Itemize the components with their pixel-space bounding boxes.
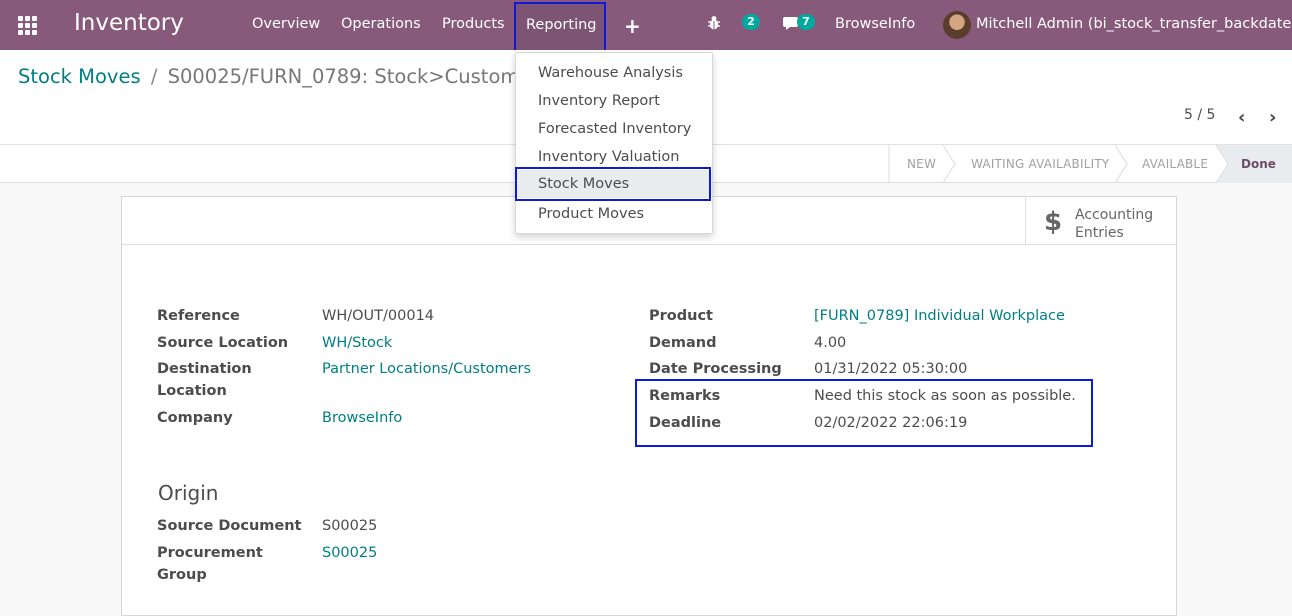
debug-bug-icon[interactable] xyxy=(707,15,721,31)
field-value-procurement-group[interactable]: S00025 xyxy=(322,542,377,564)
stage-divider xyxy=(1114,145,1128,183)
menu-reporting[interactable]: Reporting xyxy=(514,2,606,52)
stage-divider xyxy=(942,145,956,183)
apps-menu-icon[interactable] xyxy=(18,16,38,35)
pager-next-icon[interactable]: › xyxy=(1269,107,1276,128)
dropdown-item-warehouse-analysis[interactable]: Warehouse Analysis xyxy=(516,59,712,87)
field-label-product: Product xyxy=(649,308,713,324)
stage-waiting-availability[interactable]: Waiting Availability xyxy=(971,145,1109,183)
remarks-deadline-highlight xyxy=(635,379,1093,447)
quick-create-plus-icon[interactable]: + xyxy=(624,14,641,38)
field-label-source-document: Source Document xyxy=(157,518,302,534)
origin-section-title: Origin xyxy=(158,481,219,505)
field-value-demand: 4.00 xyxy=(814,335,847,351)
menu-reporting-label: Reporting xyxy=(526,17,597,33)
field-value-source-document: S00025 xyxy=(322,518,378,534)
field-label-reference: Reference xyxy=(157,308,240,324)
pager-value[interactable]: 5 / 5 xyxy=(1184,107,1215,123)
dropdown-item-forecasted-inventory[interactable]: Forecasted Inventory xyxy=(516,115,712,143)
breadcrumb-stock-moves[interactable]: Stock Moves xyxy=(18,65,141,88)
stage-divider xyxy=(888,145,890,183)
pager-previous-icon[interactable]: ‹ xyxy=(1238,107,1245,128)
company-switcher[interactable]: BrowseInfo xyxy=(835,16,915,32)
field-label-date-processing: Date Processing xyxy=(649,361,782,377)
field-value-date-processing: 01/31/2022 05:30:00 xyxy=(814,361,968,377)
field-label-source-location: Source Location xyxy=(157,335,289,351)
field-value-company[interactable]: BrowseInfo xyxy=(322,407,402,429)
user-avatar[interactable] xyxy=(943,11,971,39)
activity-count-badge: 2 xyxy=(742,14,760,30)
accounting-entries-button[interactable]: $ Accounting Entries xyxy=(1025,197,1176,245)
breadcrumb-current-record: S00025/FURN_0789: Stock>Custom xyxy=(167,65,520,88)
field-value-source-location[interactable]: WH/Stock xyxy=(322,332,392,354)
form-sheet: $ Accounting Entries Reference WH/OUT/00… xyxy=(121,196,1177,616)
breadcrumb-separator: / xyxy=(150,65,158,88)
app-title[interactable]: Inventory xyxy=(74,10,184,36)
accounting-entries-label: Accounting Entries xyxy=(1075,207,1154,241)
field-label-company: Company xyxy=(157,410,233,426)
dollar-icon: $ xyxy=(1044,207,1063,237)
menu-overview[interactable]: Overview xyxy=(252,16,320,32)
reporting-dropdown-menu: Warehouse Analysis Inventory Report Fore… xyxy=(515,52,713,234)
field-value-reference: WH/OUT/00014 xyxy=(322,308,435,324)
menu-operations[interactable]: Operations xyxy=(341,16,421,32)
stage-done-label: Done xyxy=(1241,157,1276,171)
stage-available[interactable]: Available xyxy=(1142,145,1208,183)
field-label-demand: Demand xyxy=(649,335,717,351)
field-label-destination-location: Destination Location xyxy=(157,361,252,399)
breadcrumb: Stock Moves / S00025/FURN_0789: Stock>Cu… xyxy=(18,65,519,88)
field-value-product[interactable]: [FURN_0789] Individual Workplace xyxy=(814,305,1065,327)
stage-done[interactable]: Done xyxy=(1216,145,1292,183)
stage-new[interactable]: New xyxy=(907,145,936,183)
dropdown-item-inventory-report[interactable]: Inventory Report xyxy=(516,87,712,115)
menu-products[interactable]: Products xyxy=(442,16,505,32)
message-count-badge: 7 xyxy=(797,14,815,30)
stock-moves-highlight xyxy=(515,167,711,201)
top-navbar: Inventory Overview Operations Products R… xyxy=(0,0,1292,52)
user-menu[interactable]: Mitchell Admin (bi_stock_transfer_backda… xyxy=(976,16,1292,32)
field-value-destination-location[interactable]: Partner Locations/Customers xyxy=(322,358,531,380)
dropdown-item-product-moves[interactable]: Product Moves xyxy=(516,200,712,228)
stage-done-arrow xyxy=(1216,145,1229,183)
field-label-procurement-group: Procurement Group xyxy=(157,545,263,583)
